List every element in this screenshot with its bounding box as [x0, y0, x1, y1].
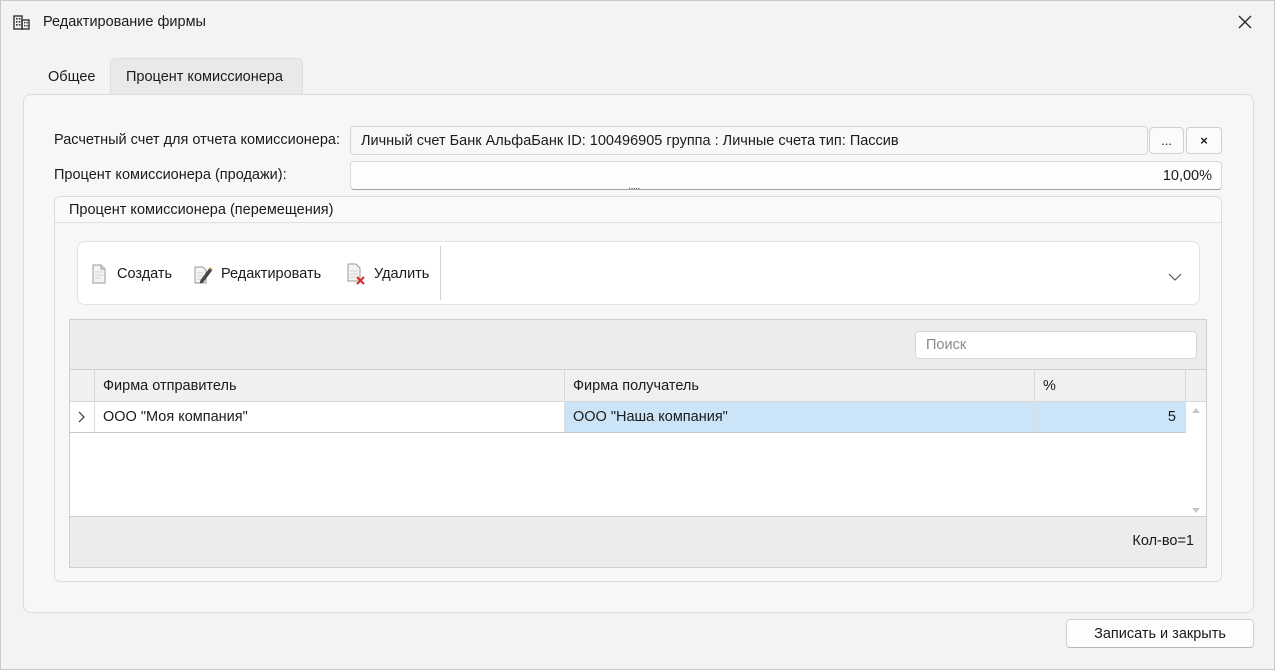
table-row-percent-cell[interactable]: 5: [1035, 402, 1186, 433]
scroll-down-icon[interactable]: [1190, 504, 1202, 514]
percent-sales-field[interactable]: 10,00%: [350, 161, 1222, 190]
window-title: Редактирование фирмы: [43, 14, 206, 30]
row-indicator[interactable]: [70, 402, 95, 433]
edit-button[interactable]: Редактировать: [193, 259, 321, 289]
title-bar: Редактирование фирмы: [1, 1, 1274, 45]
group-title: Процент комиссионера (перемещения): [69, 202, 334, 218]
splitter-grip[interactable]: ·····: [628, 184, 648, 194]
column-header-receiver[interactable]: Фирма получатель: [565, 370, 1035, 402]
delete-button[interactable]: Удалить: [346, 259, 429, 289]
tab-commission[interactable]: Процент комиссионера: [110, 58, 303, 95]
chevron-right-icon: [78, 411, 85, 423]
browse-button[interactable]: ...: [1149, 127, 1184, 154]
account-label: Расчетный счет для отчета комиссионера:: [54, 132, 340, 148]
column-header-percent[interactable]: %: [1035, 370, 1186, 402]
column-header-sender[interactable]: Фирма отправитель: [95, 370, 565, 402]
delete-document-icon: [346, 263, 366, 285]
account-field[interactable]: Личный счет Банк АльфаБанк ID: 100496905…: [350, 126, 1148, 155]
chevron-down-icon: [1168, 273, 1182, 281]
record-count: Кол-во=1: [1132, 533, 1194, 549]
delete-label: Удалить: [374, 266, 430, 282]
table-row-sender-cell[interactable]: ООО "Моя компания": [95, 402, 565, 433]
create-button[interactable]: Создать: [89, 259, 172, 289]
clear-button[interactable]: ×: [1186, 127, 1222, 154]
vertical-scrollbar[interactable]: [1186, 402, 1206, 516]
close-icon: [1238, 15, 1252, 29]
edit-document-icon: [193, 263, 213, 285]
row-indicator-header: [70, 370, 95, 402]
search-input[interactable]: Поиск: [915, 331, 1197, 359]
percent-sales-label: Процент комиссионера (продажи):: [54, 167, 287, 183]
table-row-receiver-cell[interactable]: ООО "Наша компания": [565, 402, 1035, 433]
close-button[interactable]: [1229, 7, 1261, 37]
create-label: Создать: [117, 266, 173, 282]
save-and-close-button[interactable]: Записать и закрыть: [1066, 619, 1254, 648]
edit-label: Редактировать: [221, 266, 322, 282]
tab-general[interactable]: Общее: [33, 58, 110, 95]
toolbar-separator: [440, 246, 441, 300]
toolbar-overflow-button[interactable]: [1164, 266, 1186, 288]
new-document-icon: [89, 263, 109, 285]
header-scroll-spacer: [1186, 370, 1206, 402]
scroll-up-icon[interactable]: [1190, 403, 1202, 413]
edit-firm-window: Редактирование фирмы Общее Процент комис…: [0, 0, 1275, 670]
building-icon: [13, 13, 31, 31]
